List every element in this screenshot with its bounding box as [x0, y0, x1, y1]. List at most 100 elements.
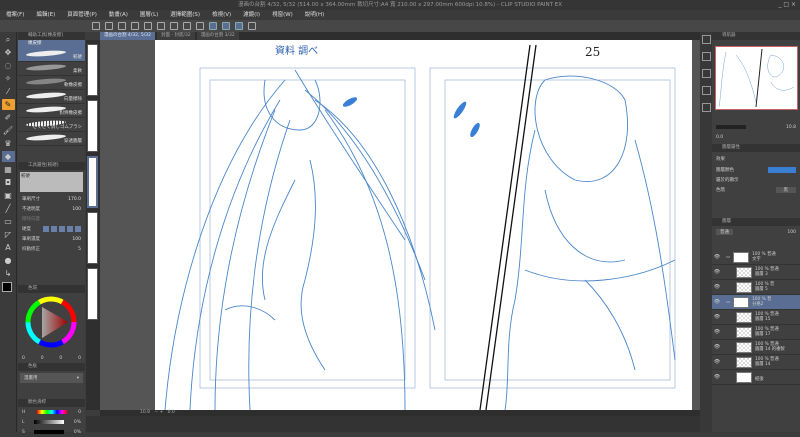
stabilization-row[interactable]: 抖動修正 5: [18, 244, 85, 254]
navigator-icon[interactable]: [701, 35, 711, 44]
color-set-select[interactable]: 漫畫用 ▾: [20, 373, 83, 383]
deselect-icon[interactable]: [196, 22, 204, 30]
status-rotation[interactable]: 0.0: [168, 410, 175, 415]
eye-icon[interactable]: 👁: [712, 329, 722, 335]
eye-icon[interactable]: 👁: [712, 359, 722, 365]
layer-row[interactable]: 👁 ▭ 100 % 普分格2: [712, 295, 800, 310]
layer-property-icon[interactable]: [701, 52, 711, 61]
sub-tool-group[interactable]: 橡皮擦: [18, 40, 85, 48]
layer-row[interactable]: 👁 100 % 普圖層 5: [712, 280, 800, 295]
layer-row[interactable]: 👁 100 % 普通 圖層 14 的複製: [712, 340, 800, 355]
opacity-row[interactable]: 不透明度 100: [18, 204, 85, 214]
layer-color-row[interactable]: 圖層顏色: [712, 165, 800, 175]
menu-layer[interactable]: 圖層(L): [140, 10, 158, 20]
auto-select-icon[interactable]: ✧: [2, 73, 15, 84]
menu-page[interactable]: 頁面管理(P): [67, 10, 97, 20]
tab-document-3[interactable]: 漫画の台割 3/32: [196, 32, 239, 40]
new-icon[interactable]: [92, 22, 100, 30]
balloon-tool-icon[interactable]: ●: [2, 255, 15, 266]
layer-property-tab[interactable]: 圖層屬性: [712, 144, 800, 152]
eye-icon[interactable]: 👁: [712, 344, 722, 350]
undo-icon[interactable]: [131, 22, 139, 30]
eye-icon[interactable]: 👁: [712, 269, 722, 275]
sub-tool-item[interactable]: 對齊橡皮擦: [18, 104, 85, 118]
brush-size-row[interactable]: 筆刷尺寸 170.0: [18, 194, 85, 204]
ruler-tool-icon[interactable]: ◸: [2, 229, 15, 240]
layer-color-swatch[interactable]: [768, 167, 796, 173]
vector-erase-row[interactable]: 擦除向量: [18, 214, 85, 224]
eye-icon[interactable]: 👁: [712, 314, 722, 320]
zoom-tool-icon[interactable]: ⌕: [2, 34, 15, 45]
hue-slider[interactable]: H0: [18, 407, 85, 417]
layer-icon[interactable]: [701, 69, 711, 78]
main-color-swatch[interactable]: [2, 282, 12, 292]
menu-animation[interactable]: 動畫(A): [109, 10, 128, 20]
navigator-preview[interactable]: [715, 46, 798, 110]
fill-icon[interactable]: [170, 22, 178, 30]
redo-icon[interactable]: [144, 22, 152, 30]
layer-row[interactable]: 👁 紙張: [712, 370, 800, 385]
color-wheel[interactable]: [18, 293, 85, 351]
snap-grid-icon[interactable]: [235, 22, 243, 30]
brush-tool-icon[interactable]: 🖌: [2, 125, 15, 136]
page-thumbnail[interactable]: [87, 268, 98, 320]
menu-selection[interactable]: 選擇範圍(S): [170, 10, 200, 20]
saturation-slider[interactable]: S 0%: [18, 427, 85, 437]
menu-window[interactable]: 視窗(W): [272, 10, 293, 20]
pencil-tool-icon[interactable]: ✐: [2, 112, 15, 123]
menu-help[interactable]: 說明(H): [305, 10, 324, 20]
navigator-zoom[interactable]: 10.8: [712, 122, 800, 132]
color-wheel-tab[interactable]: 色環: [18, 285, 85, 293]
eyedropper-icon[interactable]: ⁄: [2, 86, 15, 97]
tab-document-2[interactable]: 封面 - 封底/32: [157, 32, 195, 40]
status-zoom[interactable]: 10.8: [140, 410, 150, 415]
select-tool-icon[interactable]: ◌: [2, 60, 15, 71]
fill-tool-icon[interactable]: ◘: [2, 177, 15, 188]
navigator-tab[interactable]: 導航器: [712, 32, 800, 40]
layer-opacity[interactable]: 100: [787, 230, 796, 235]
menu-view[interactable]: 檢視(V): [212, 10, 231, 20]
eraser-tool-icon[interactable]: ◆: [1, 151, 15, 162]
open-icon[interactable]: [105, 22, 113, 30]
sub-tool-item[interactable]: 穿透圖層: [18, 132, 85, 146]
sub-tool-item[interactable]: 較硬: [18, 48, 85, 62]
figure-tool-icon[interactable]: ╱: [2, 203, 15, 214]
layer-tab[interactable]: 圖層: [712, 218, 800, 226]
navigator-rotation[interactable]: 0.0: [712, 132, 800, 142]
snap-ruler-icon[interactable]: [209, 22, 217, 30]
sub-tool-item[interactable]: ざくざく消しゴムブラシ: [18, 118, 85, 132]
sub-tool-item[interactable]: 柔軟: [18, 62, 85, 76]
luminance-slider[interactable]: L 0%: [18, 417, 85, 427]
export-icon[interactable]: [248, 22, 256, 30]
color-set-tab[interactable]: 色板: [18, 363, 85, 371]
page-thumbnail[interactable]: [87, 212, 98, 264]
color-slider-tab[interactable]: 顏色滑桿: [18, 399, 85, 407]
text-tool-icon[interactable]: A: [2, 242, 15, 253]
menu-filter[interactable]: 濾鏡(I): [243, 10, 260, 20]
tone-select[interactable]: 黑: [775, 187, 796, 193]
eye-icon[interactable]: 👁: [712, 299, 722, 305]
sub-tool-item[interactable]: 向量擦除: [18, 90, 85, 104]
blend-mode-select[interactable]: 普通: [716, 229, 733, 235]
tone-row[interactable]: 色階黑: [712, 185, 800, 195]
clear-icon[interactable]: [157, 22, 165, 30]
sub-tool-item[interactable]: 軟橡皮擦: [18, 76, 85, 90]
page-thumbnail[interactable]: [87, 100, 98, 152]
canvas-area[interactable]: 資料 調べ 25: [100, 40, 700, 411]
window-controls[interactable]: _ □ ×: [778, 0, 796, 10]
correct-line-icon[interactable]: ↳: [2, 268, 15, 279]
eye-icon[interactable]: 👁: [712, 284, 722, 290]
gradient-tool-icon[interactable]: ▣: [2, 190, 15, 201]
layer-row[interactable]: 👁 100 % 普通 圖層 15: [712, 310, 800, 325]
layer-row[interactable]: 👁 100 % 普通 圖層 14: [712, 355, 800, 370]
decoration-tool-icon[interactable]: ♛: [2, 138, 15, 149]
page-thumbnail[interactable]: [87, 44, 98, 96]
material-icon[interactable]: [701, 86, 711, 95]
save-icon[interactable]: [118, 22, 126, 30]
blend-mode-row[interactable]: 普通 100: [712, 227, 800, 237]
history-icon[interactable]: [701, 103, 711, 112]
layer-row[interactable]: 👁 ▭ 100 % 普通 文字: [712, 250, 800, 265]
frame-tool-icon[interactable]: ▭: [2, 216, 15, 227]
tab-document-1[interactable]: 漫画の台割 4/32, 5/32: [100, 32, 156, 40]
layer-row[interactable]: 👁 100 % 普通 圖層 17: [712, 325, 800, 340]
